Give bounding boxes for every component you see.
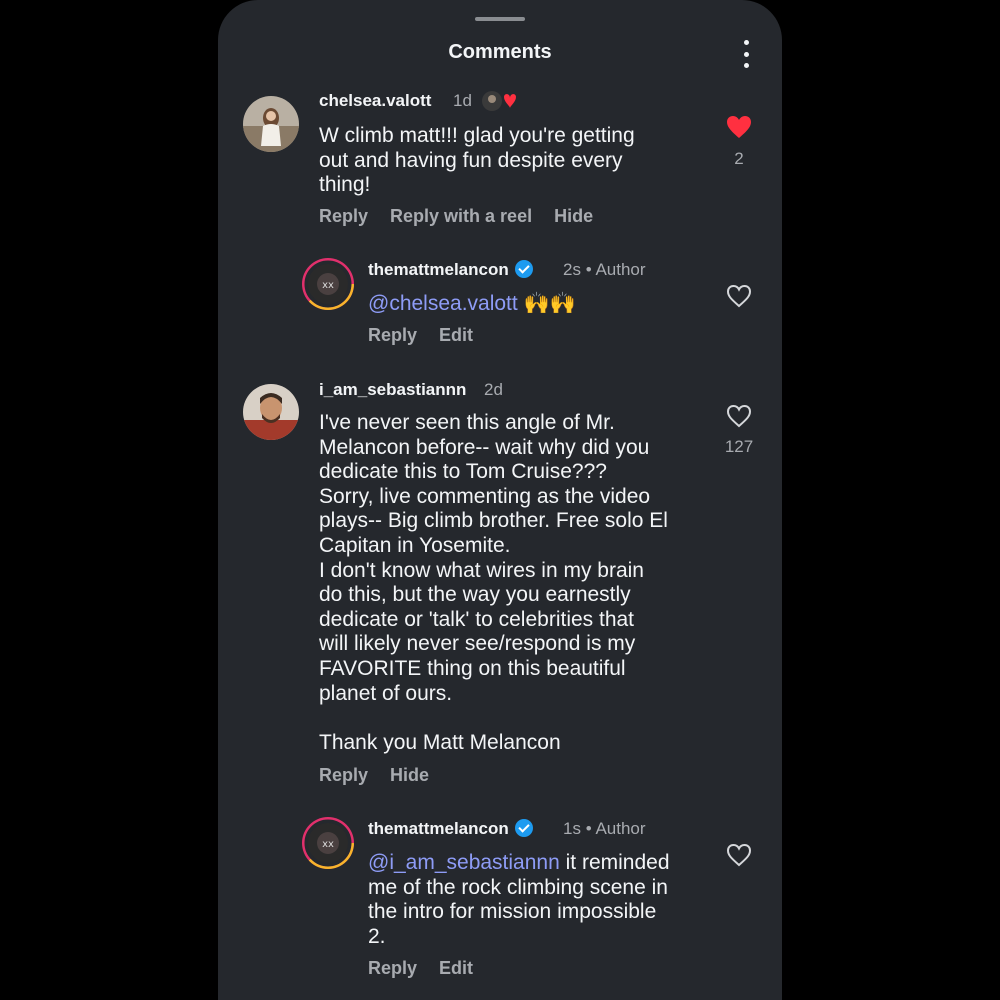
comment-actions: Reply Reply with a reel Hide [319,206,615,227]
heart-filled-icon[interactable] [726,115,752,139]
comment-username[interactable]: chelsea.valott [319,91,431,111]
hide-button[interactable]: Hide [390,765,429,785]
heart-outline-icon[interactable] [726,404,752,428]
heart-outline-icon[interactable] [726,843,752,867]
sheet-title: Comments [448,41,552,63]
comment-actions: Reply Hide [319,765,451,786]
verified-badge-icon [514,819,533,837]
reply-button[interactable]: Reply [368,325,417,345]
mention-link[interactable]: @i_am_sebastiannn [368,851,560,874]
comments-sheet: Comments chelsea.valott 1d W climb matt!… [218,0,782,1000]
drag-handle[interactable] [475,17,525,21]
comment-timestamp: 1d [453,91,472,110]
comment-actions: Reply Edit [368,958,495,979]
mention-link[interactable]: @chelsea.valott [368,292,518,315]
comment-username[interactable]: themattmelancon [368,260,537,280]
avatar[interactable] [243,96,299,152]
comment-text: I've never seen this angle of Mr. Melanc… [319,411,668,754]
comment-text: W climb matt!!! glad you're getting out … [319,124,635,197]
reply-button[interactable]: Reply [319,206,368,226]
like-count: 127 [724,437,754,456]
svg-text:xx: xx [322,280,334,291]
avatar[interactable] [243,384,299,440]
author-liked-badge [480,89,518,113]
like-count: 2 [734,149,744,168]
edit-button[interactable]: Edit [439,958,473,978]
comment-actions: Reply Edit [368,325,495,346]
hide-button[interactable]: Hide [554,206,593,226]
comment-text: @chelsea.valott 🙌🙌 [368,292,576,315]
avatar[interactable]: xx [302,258,354,310]
comment-timestamp: 2d [484,380,503,399]
heart-outline-icon[interactable] [726,284,752,308]
comment-text: @i_am_sebastiannn it reminded me of the … [368,851,670,948]
edit-button[interactable]: Edit [439,325,473,345]
reply-button[interactable]: Reply [319,765,368,785]
comment-meta: 1s • Author [563,819,646,838]
svg-text:xx: xx [322,839,334,850]
avatar[interactable]: xx [302,817,354,869]
reply-button[interactable]: Reply [368,958,417,978]
comment-username[interactable]: themattmelancon [368,819,537,839]
more-options-icon[interactable] [736,40,756,68]
reply-with-reel-button[interactable]: Reply with a reel [390,206,532,226]
verified-badge-icon [514,260,533,278]
comment-meta: 2s • Author [563,260,646,279]
comment-username[interactable]: i_am_sebastiannn [319,380,466,400]
